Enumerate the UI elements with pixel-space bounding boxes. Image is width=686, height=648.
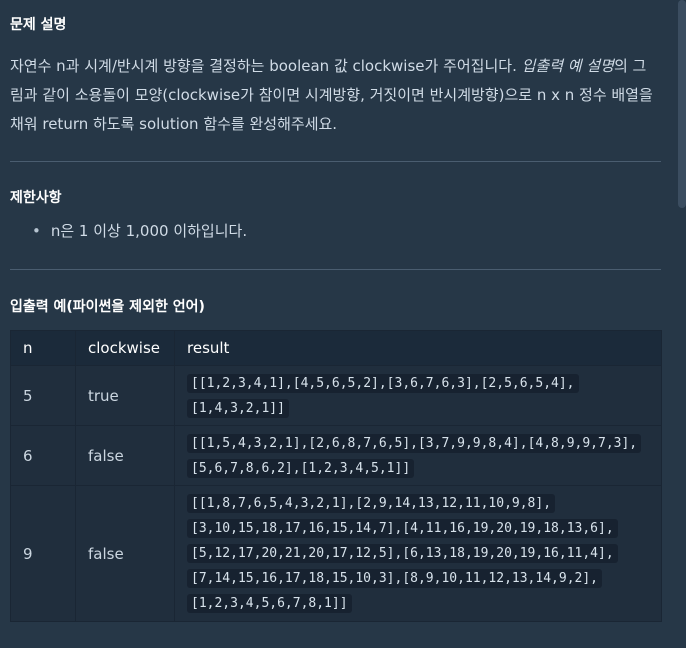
cell-clockwise: false (75, 425, 175, 486)
limits-item: n은 1 이상 1,000 이하입니다. (32, 220, 247, 241)
header-result: result (174, 330, 662, 366)
description-emphasis: 입출력 예 설명 (521, 57, 614, 75)
cell-n: 5 (10, 365, 76, 426)
cell-result: [[1,8,7,6,5,4,3,2,1],[2,9,14,13,12,11,10… (174, 485, 662, 622)
scrollbar-thumb[interactable] (678, 0, 686, 208)
result-code: [[1,8,7,6,5,4,3,2,1],[2,9,14,13,12,11,10… (187, 494, 618, 613)
limits-list: n은 1 이상 1,000 이하입니다. (32, 220, 247, 241)
section-divider (10, 161, 661, 162)
problem-page: 문제 설명 자연수 n과 시계/반시계 방향을 결정하는 boolean 값 c… (0, 0, 686, 648)
cell-n: 9 (10, 485, 76, 622)
cell-result: [[1,2,3,4,1],[4,5,6,5,2],[3,6,7,6,3],[2,… (174, 365, 662, 426)
examples-table: n clockwise result 5 true [[1,2,3,4,1],[… (10, 330, 662, 622)
examples-heading: 입출력 예(파이썬을 제외한 언어) (10, 299, 205, 315)
header-clockwise: clockwise (75, 330, 175, 366)
table-header-row: n clockwise result (10, 330, 662, 366)
section-divider (10, 269, 661, 270)
cell-result: [[1,5,4,3,2,1],[2,6,8,7,6,5],[3,7,9,9,8,… (174, 425, 662, 486)
header-n: n (10, 330, 76, 366)
table-row: 9 false [[1,8,7,6,5,4,3,2,1],[2,9,14,13,… (10, 485, 662, 622)
result-code: [[1,2,3,4,1],[4,5,6,5,2],[3,6,7,6,3],[2,… (187, 373, 579, 418)
description-part-1: 자연수 n과 시계/반시계 방향을 결정하는 boolean 값 clockwi… (10, 57, 522, 75)
table-row: 5 true [[1,2,3,4,1],[4,5,6,5,2],[3,6,7,6… (10, 365, 662, 426)
cell-n: 6 (10, 425, 76, 486)
cell-clockwise: true (75, 365, 175, 426)
problem-description-heading: 문제 설명 (10, 17, 67, 33)
problem-description-text: 자연수 n과 시계/반시계 방향을 결정하는 boolean 값 clockwi… (10, 52, 660, 139)
result-code: [[1,5,4,3,2,1],[2,6,8,7,6,5],[3,7,9,9,8,… (187, 433, 642, 478)
cell-clockwise: false (75, 485, 175, 622)
limits-heading: 제한사항 (10, 190, 62, 206)
table-row: 6 false [[1,5,4,3,2,1],[2,6,8,7,6,5],[3,… (10, 425, 662, 486)
